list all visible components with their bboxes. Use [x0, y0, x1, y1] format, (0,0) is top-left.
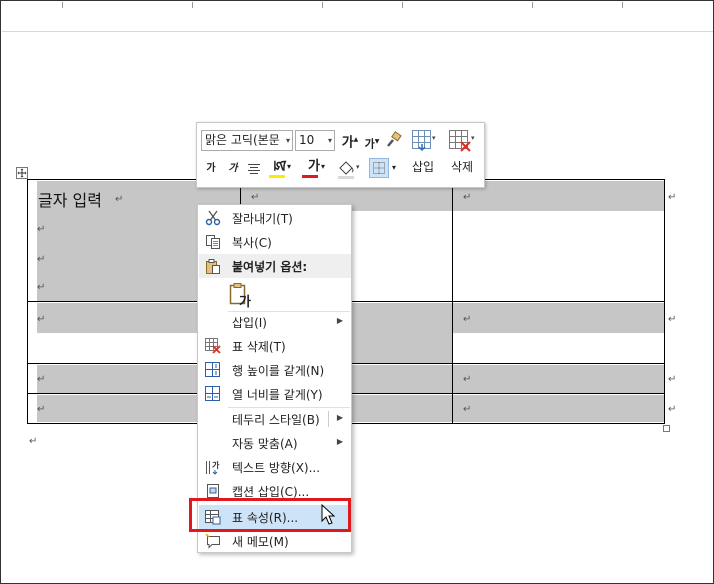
paragraph-mark: ↵ [463, 404, 472, 415]
delete-table-icon[interactable]: ▾ [449, 130, 477, 154]
paragraph-mark: ↵ [37, 282, 46, 293]
insert-table-icon[interactable]: ▾ [412, 130, 436, 152]
chevron-down-icon: ▾ [285, 136, 290, 145]
paragraph-mark: ↵ [115, 194, 124, 205]
insert-caption-icon [207, 484, 219, 498]
svg-text:가: 가 [212, 460, 220, 470]
top-ruler [2, 2, 713, 32]
table-resize-handle[interactable] [663, 425, 670, 432]
font-size-select[interactable]: 10 ▾ [295, 130, 335, 151]
row-end-mark: ↵ [668, 374, 677, 385]
menu-item-border-styles[interactable]: 테두리 스타일(B) ▶ [199, 407, 351, 431]
paragraph-mark: ↵ [37, 374, 46, 385]
align-center-icon[interactable] [247, 163, 261, 175]
menu-item-label: 열 너비를 같게(Y) [232, 388, 323, 402]
distribute-rows-icon [205, 362, 220, 377]
copy-icon [206, 235, 220, 249]
menu-item-copy[interactable]: 복사(C) [199, 230, 351, 254]
chevron-right-icon: ▶ [336, 316, 343, 325]
insert-label[interactable]: 삽입 [409, 159, 437, 175]
paragraph-mark: ↵ [29, 436, 38, 447]
menu-item-distribute-rows[interactable]: 행 높이를 같게(N) [199, 358, 351, 382]
format-painter-icon[interactable] [384, 131, 402, 149]
shrink-font-button[interactable]: 가▼ [363, 134, 381, 153]
menu-item-insert[interactable]: 삽입(I) ▶ [199, 310, 351, 334]
paragraph-mark: ↵ [251, 192, 260, 203]
bold-button[interactable]: 가 [205, 161, 217, 177]
font-color-icon: 가 [308, 159, 320, 174]
svg-text:▾: ▾ [432, 134, 436, 142]
table-move-handle-icon[interactable] [16, 167, 28, 179]
menu-item-label: 자동 맞춤(A) [232, 437, 298, 451]
delete-label[interactable]: 삭제 [447, 159, 477, 175]
menu-item-label: 붙여넣기 옵션: [232, 260, 308, 274]
font-size-value: 10 [299, 133, 315, 147]
svg-text:▾: ▾ [356, 163, 360, 171]
menu-item-label: 복사(C) [232, 236, 272, 250]
paragraph-mark: ↵ [37, 404, 46, 415]
menu-item-delete-table[interactable]: 표 삭제(T) [199, 334, 351, 358]
paragraph-mark: ↵ [37, 314, 46, 325]
borders-button[interactable] [369, 158, 389, 178]
chevron-right-icon: ▶ [336, 413, 343, 422]
borders-icon [373, 162, 385, 174]
document-window: 글자 입력 ↵ ↵ ↵ ↵ ↵ ↵ ↵ ↵ ↵ ↵ ↵ ↵ ↵ ↵ ↵ ↵ ↵ … [0, 0, 714, 584]
highlighter-icon: ꡤ [273, 159, 287, 174]
grow-font-icon: 가 [341, 135, 354, 151]
shading-bucket-icon[interactable]: ▾ [337, 160, 363, 180]
chevron-down-icon: ▾ [327, 136, 332, 145]
paragraph-mark: ↵ [463, 374, 472, 385]
menu-item-text-direction[interactable]: 가 텍스트 방향(X)... [199, 455, 351, 479]
svg-text:▾: ▾ [471, 134, 475, 142]
menu-item-label: 텍스트 방향(X)... [232, 461, 321, 475]
menu-item-label: 새 메모(M) [232, 535, 289, 549]
font-name-select[interactable]: 맑은 고딕(본문 ▾ [201, 130, 293, 151]
menu-item-autofit[interactable]: 자동 맞춤(A) ▶ [199, 431, 351, 455]
highlight-color-button[interactable]: ꡤ ▾ [267, 159, 293, 178]
menu-item-paste-keep-text[interactable]: 가 [199, 279, 351, 310]
menu-item-label: 행 높이를 같게(N) [232, 364, 325, 378]
distribute-columns-icon [205, 386, 220, 401]
italic-button[interactable]: 가 [227, 161, 239, 177]
menu-item-distribute-columns[interactable]: 열 너비를 같게(Y) [199, 382, 351, 406]
menu-item-new-comment[interactable]: 새 메모(M) [199, 529, 351, 553]
paragraph-mark: ↵ [463, 192, 472, 203]
menu-item-label: 잘라내기(T) [232, 212, 293, 226]
chevron-down-icon[interactable]: ▾ [392, 163, 396, 172]
font-name-value: 맑은 고딕(본문 [205, 133, 280, 147]
menu-item-label: 테두리 스타일(B) [232, 413, 320, 427]
new-comment-icon [205, 533, 220, 549]
scissors-icon [205, 210, 221, 226]
mini-toolbar: 맑은 고딕(본문 ▾ 10 ▾ 가▲ 가▼ ▾ 삽입 ▾ 삭제 가 가 ꡤ ▾ … [196, 122, 485, 188]
menu-item-paste-options: 붙여넣기 옵션: [199, 254, 351, 278]
row-end-mark: ↵ [668, 314, 677, 325]
text-direction-icon: 가 [206, 460, 220, 475]
grow-font-button[interactable]: 가▲ [341, 132, 359, 151]
paragraph-mark: ↵ [37, 254, 46, 265]
delete-table-icon [205, 338, 221, 354]
paragraph-mark: ↵ [37, 224, 46, 235]
paragraph-mark: ↵ [463, 314, 472, 325]
shrink-font-icon: 가 [364, 137, 375, 151]
chevron-right-icon: ▶ [336, 437, 343, 446]
font-color-button[interactable]: 가 ▾ [301, 159, 327, 178]
clipboard-icon [206, 259, 220, 274]
menu-item-label: 표 삭제(T) [232, 340, 286, 354]
paste-keep-text-label: 가 [239, 295, 251, 310]
row-end-mark: ↵ [668, 192, 677, 203]
menu-item-cut[interactable]: 잘라내기(T) [199, 206, 351, 230]
first-cell-text[interactable]: 글자 입력 [38, 187, 102, 211]
row-end-mark: ↵ [668, 404, 677, 415]
menu-item-label: 삽입(I) [232, 316, 267, 330]
mouse-cursor-icon [321, 504, 336, 525]
